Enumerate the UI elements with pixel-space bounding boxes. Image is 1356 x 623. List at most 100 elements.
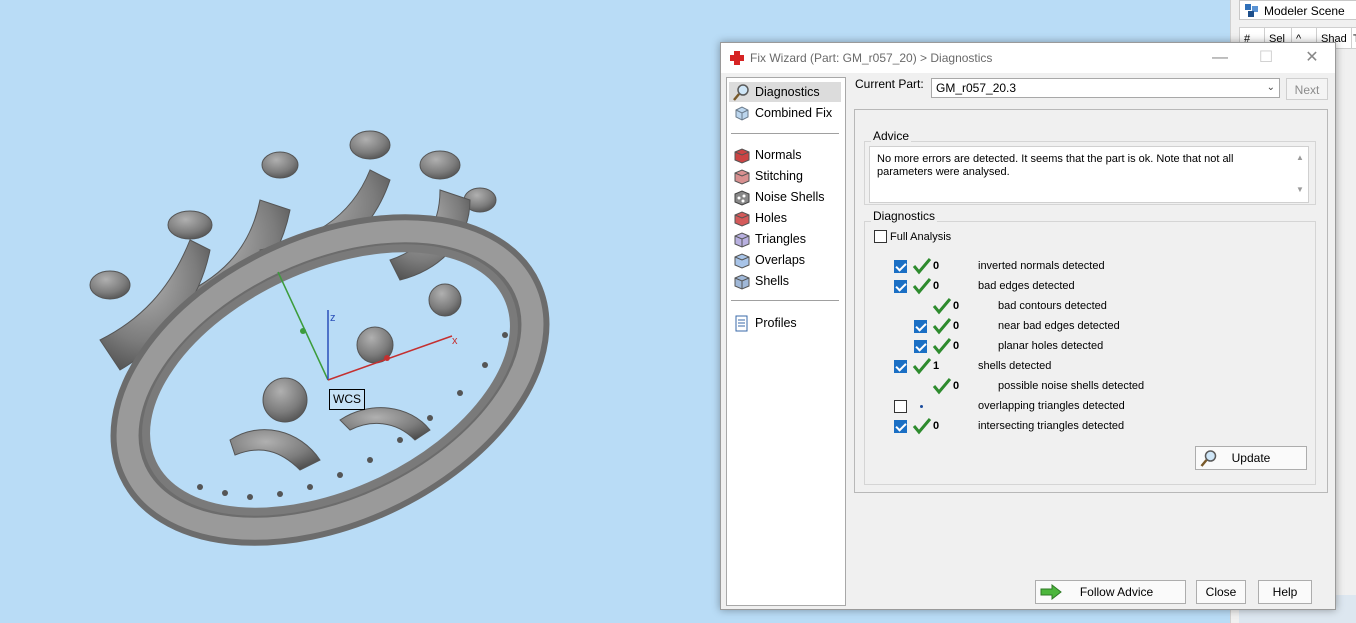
current-part-value: GM_r057_20.3: [936, 81, 1017, 95]
row-count: 0: [933, 280, 940, 292]
full-analysis-label: Full Analysis: [890, 231, 952, 243]
nav-profiles[interactable]: Profiles: [729, 313, 841, 333]
row-checkbox[interactable]: [914, 340, 927, 353]
scroll-up-icon[interactable]: ▲: [1294, 153, 1306, 163]
minimize-button[interactable]: —: [1197, 43, 1243, 73]
normals-icon: [734, 148, 750, 164]
nav-stitching[interactable]: Stitching: [729, 166, 841, 186]
row-label: planar holes detected: [998, 340, 1104, 352]
red-cross-icon: [730, 51, 744, 65]
check-ok-icon: [912, 358, 932, 375]
stitching-icon: [734, 169, 750, 185]
nav-label: Triangles: [755, 232, 806, 246]
check-ok-icon: [932, 338, 952, 355]
triangles-icon: [734, 232, 750, 248]
row-count: 0: [933, 420, 940, 432]
advice-text: No more errors are detected. It seems th…: [877, 153, 1234, 178]
nav-label: Noise Shells: [755, 190, 825, 204]
nav-label: Overlaps: [755, 253, 806, 267]
row-label: shells detected: [978, 360, 1052, 372]
nav-divider: [731, 300, 839, 301]
nav-shells[interactable]: Shells: [729, 271, 841, 291]
row-count: 0: [953, 340, 960, 352]
chevron-down-icon: ⌄: [1266, 82, 1275, 93]
check-ok-icon: [932, 318, 952, 335]
green-arrow-icon: [1040, 584, 1062, 600]
help-button[interactable]: Help: [1258, 580, 1312, 604]
close-button[interactable]: Close: [1196, 580, 1246, 604]
holes-icon: [734, 211, 750, 227]
titlebar: Fix Wizard (Part: GM_r057_20) > Diagnost…: [721, 43, 1335, 73]
col-t[interactable]: T: [1351, 27, 1356, 49]
row-label: near bad edges detected: [998, 320, 1120, 332]
profiles-icon: [735, 315, 748, 332]
nav-holes[interactable]: Holes: [729, 208, 841, 228]
nav-diagnostics[interactable]: Diagnostics: [729, 82, 841, 102]
advice-title: Advice: [871, 129, 912, 143]
row-label: possible noise shells detected: [998, 380, 1145, 392]
nav-label: Combined Fix: [755, 106, 833, 120]
nav-label: Shells: [755, 274, 790, 288]
row-count: 1: [933, 360, 940, 372]
nav-label: Profiles: [755, 316, 797, 330]
modeler-scene-tab[interactable]: Modeler Scene: [1239, 0, 1356, 20]
nav-normals[interactable]: Normals: [729, 145, 841, 165]
nav-label: Normals: [755, 148, 802, 162]
follow-advice-button[interactable]: Follow Advice: [1035, 580, 1186, 604]
follow-advice-label: Follow Advice: [1079, 585, 1154, 599]
check-ok-icon: [912, 258, 932, 275]
check-ok-icon: [932, 378, 952, 395]
nav-label: Holes: [755, 211, 787, 225]
row-checkbox[interactable]: [894, 280, 907, 293]
current-part-select[interactable]: GM_r057_20.3 ⌄: [931, 78, 1280, 98]
row-count: 0: [953, 320, 960, 332]
nav-overlaps[interactable]: Overlaps: [729, 250, 841, 270]
row-checkbox[interactable]: [914, 320, 927, 333]
fix-wizard-dialog: Fix Wizard (Part: GM_r057_20) > Diagnost…: [720, 42, 1336, 610]
nav-label: Stitching: [755, 169, 803, 183]
full-analysis-checkbox[interactable]: [874, 230, 887, 243]
row-count: 0: [953, 300, 960, 312]
diagnostics-title: Diagnostics: [871, 209, 938, 223]
check-ok-icon: [932, 298, 952, 315]
dialog-title: Fix Wizard (Part: GM_r057_20) > Diagnost…: [750, 51, 993, 65]
check-ok-icon: [912, 418, 932, 435]
nav-triangles[interactable]: Triangles: [729, 229, 841, 249]
update-label: Update: [1231, 451, 1271, 465]
row-checkbox[interactable]: [894, 400, 907, 413]
wcs-label: WCS: [329, 389, 365, 410]
row-checkbox[interactable]: [894, 360, 907, 373]
check-ok-icon: [912, 278, 932, 295]
cube-icon: [735, 106, 749, 121]
status-unknown-icon: [920, 405, 923, 408]
next-button[interactable]: Next: [1286, 78, 1328, 100]
row-count: 0: [933, 260, 940, 272]
overlaps-icon: [734, 253, 750, 269]
row-label: overlapping triangles detected: [978, 400, 1125, 412]
update-button[interactable]: Update: [1195, 446, 1307, 470]
nav-label: Diagnostics: [755, 85, 820, 99]
nav-noise-shells[interactable]: Noise Shells: [729, 187, 841, 207]
nav-divider: [731, 133, 839, 134]
advice-box: No more errors are detected. It seems th…: [869, 146, 1309, 203]
scroll-down-icon[interactable]: ▼: [1294, 185, 1306, 195]
row-label: inverted normals detected: [978, 260, 1105, 272]
nav-combined-fix[interactable]: Combined Fix: [729, 103, 841, 123]
row-count: 0: [953, 380, 960, 392]
magnifier-icon: [733, 84, 749, 101]
row-label: bad edges detected: [978, 280, 1075, 292]
row-label: bad contours detected: [998, 300, 1107, 312]
magnifier-icon: [1200, 450, 1217, 467]
noise-shells-icon: [734, 190, 750, 206]
wizard-nav: Diagnostics Combined Fix Normals Stitchi…: [726, 77, 846, 606]
shells-icon: [734, 274, 750, 290]
modeler-scene-label: Modeler Scene: [1264, 4, 1345, 18]
maximize-button[interactable]: ☐: [1243, 43, 1289, 73]
row-checkbox[interactable]: [894, 420, 907, 433]
row-checkbox[interactable]: [894, 260, 907, 273]
row-label: intersecting triangles detected: [978, 420, 1125, 432]
z-axis-label: z: [330, 312, 336, 324]
close-window-button[interactable]: ✕: [1289, 43, 1335, 73]
current-part-label: Current Part:: [855, 77, 924, 91]
x-axis-label: x: [452, 335, 458, 347]
